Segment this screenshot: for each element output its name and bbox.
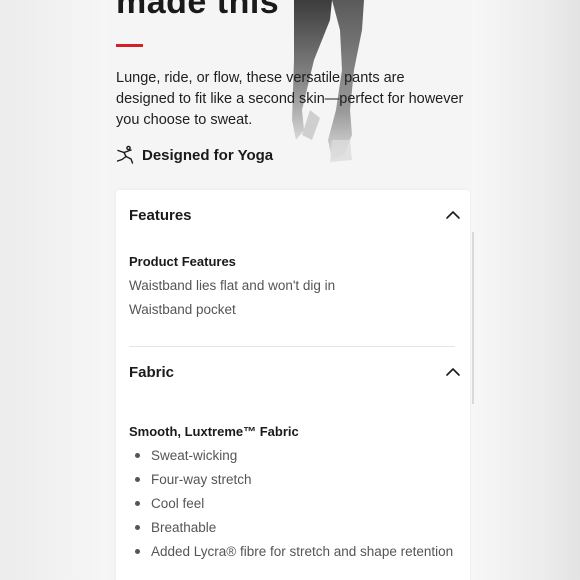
activity-tag: Designed for Yoga [115, 143, 273, 167]
fabric-item-label: Sweat-wicking [151, 448, 238, 463]
fabric-item-label: Four-way stretch [151, 472, 252, 487]
background-left [0, 0, 107, 580]
fabric-list-item: Breathable [135, 520, 216, 535]
bullet-icon [135, 525, 140, 530]
product-description: Lunge, ride, or flow, these versatile pa… [116, 70, 464, 128]
bullet-icon [135, 549, 140, 554]
fabric-list-item: Sweat-wicking [135, 448, 237, 463]
background-right [472, 0, 580, 580]
page-headline: made this [116, 0, 280, 21]
bullet-icon [135, 501, 140, 506]
bullet-icon [135, 453, 140, 458]
chevron-up-icon[interactable] [445, 210, 461, 220]
yoga-pose-icon [116, 145, 134, 164]
card-scrollbar[interactable] [472, 232, 474, 404]
activity-label: Designed for Yoga [142, 146, 274, 164]
features-subtitle: Product Features [129, 254, 236, 269]
fabric-list-item: Cool feel [135, 496, 204, 511]
feature-item: Waistband pocket [129, 302, 236, 317]
fabric-title: Fabric [129, 363, 175, 381]
fabric-item-label: Breathable [151, 520, 217, 535]
chevron-up-icon[interactable] [445, 367, 461, 377]
fabric-list-item: Four-way stretch [135, 472, 252, 487]
fabric-item-label: Cool feel [151, 496, 205, 511]
section-divider [129, 346, 455, 347]
fabric-item-label: Added Lycra® fibre for stretch and shape… [151, 544, 454, 559]
features-accordion-header[interactable]: Features [129, 203, 461, 227]
product-details-panel: made this Lunge, ride, or flow, these ve… [107, 0, 471, 580]
bullet-icon [135, 477, 140, 482]
fabric-subtitle: Smooth, Luxtreme™ Fabric [129, 424, 299, 439]
feature-item: Waistband lies flat and won't dig in [129, 278, 336, 293]
features-title: Features [129, 206, 192, 224]
details-accordion-card: Features Product Features Waistband lies… [116, 190, 470, 580]
accent-divider [116, 44, 143, 47]
fabric-list-item: Added Lycra® fibre for stretch and shape… [135, 544, 453, 559]
product-details-page: made this Lunge, ride, or flow, these ve… [0, 0, 580, 580]
fabric-accordion-header[interactable]: Fabric [129, 360, 461, 384]
